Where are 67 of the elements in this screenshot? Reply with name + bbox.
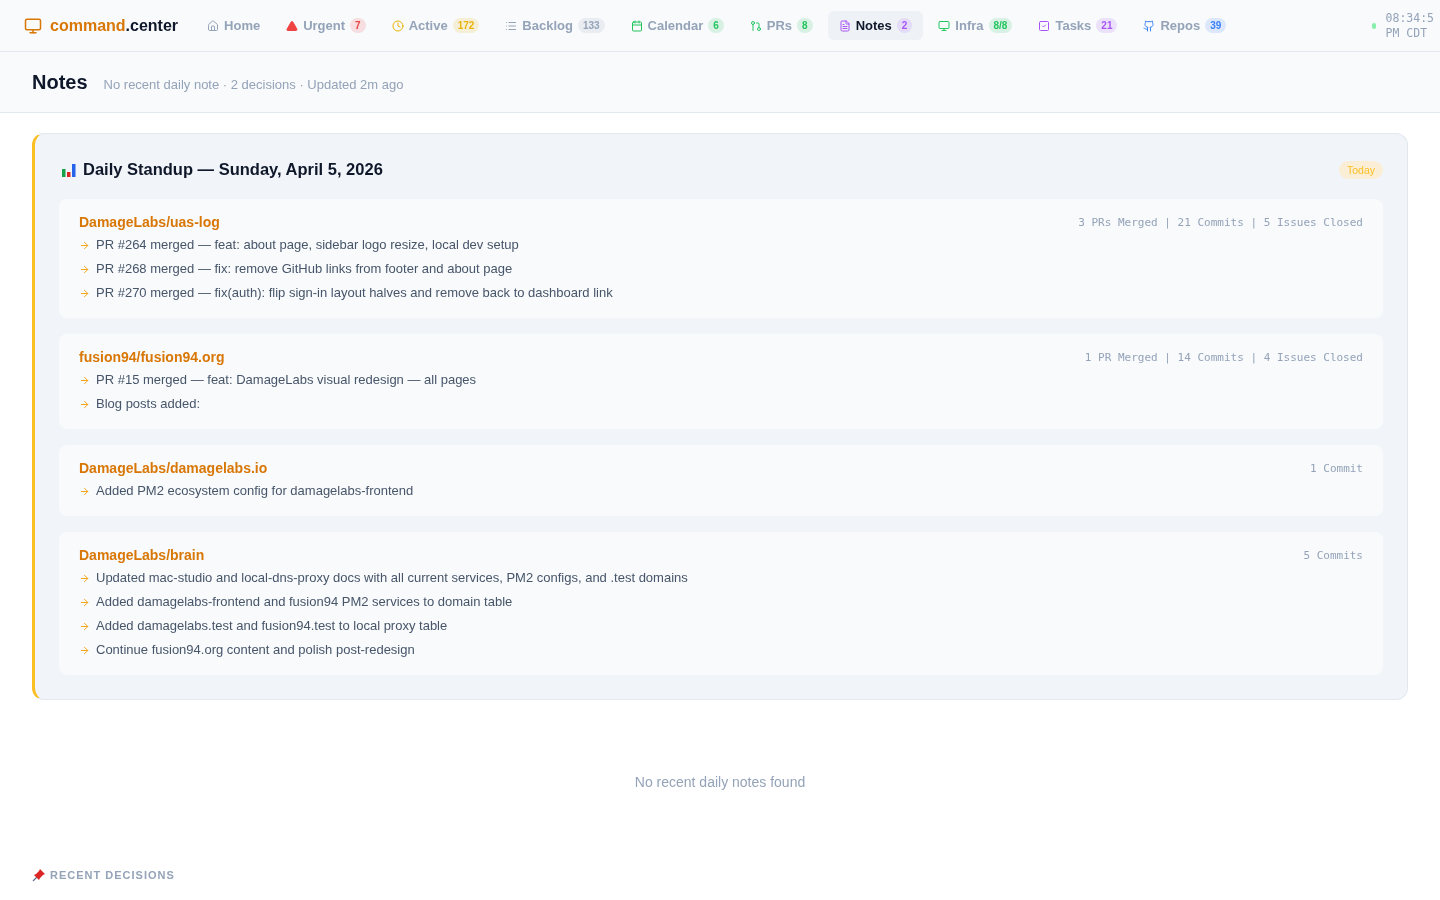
checkbox-icon bbox=[1038, 19, 1051, 32]
clock-icon bbox=[391, 19, 404, 32]
nav-tab[interactable]: Calendar 6 bbox=[619, 11, 735, 40]
count-badge: 172 bbox=[452, 18, 480, 33]
pull-request-icon bbox=[749, 19, 762, 32]
section-heading: RECENT DECISIONS bbox=[50, 869, 175, 881]
count-badge: 21 bbox=[1096, 18, 1118, 33]
standup-title: Daily Standup — Sunday, April 5, 2026 bbox=[83, 160, 383, 179]
arrow-icon bbox=[79, 374, 90, 386]
activity-item: Added damagelabs-frontend and fusion94 PM2 services to domain table bbox=[96, 593, 513, 611]
arrow-icon bbox=[79, 485, 90, 497]
home-icon bbox=[207, 19, 220, 32]
repo-name[interactable]: DamageLabs/uas-log bbox=[79, 214, 220, 230]
repo-stats: 1 PR Merged | 14 Commits | 4 Issues Closed bbox=[1084, 350, 1363, 364]
count-badge: 39 bbox=[1205, 18, 1227, 33]
page-title: Notes bbox=[32, 70, 88, 94]
arrow-icon bbox=[79, 620, 90, 632]
activity-item: PR #15 merged — feat: DamageLabs visual redesign — all pages bbox=[96, 371, 477, 389]
triangle-icon bbox=[286, 19, 299, 32]
activity-item: PR #268 merged — fix: remove GitHub links from footer and about page bbox=[96, 260, 513, 278]
activity-item: Continue fusion94.org content and polish post-redesign bbox=[96, 641, 415, 659]
activity-item: PR #264 merged — feat: about page, sidebar logo resize, local dev setup bbox=[96, 236, 519, 254]
repo-stats: 1 Commit bbox=[1310, 461, 1363, 475]
repo-stats: 5 Commits bbox=[1303, 548, 1363, 562]
arrow-icon bbox=[79, 644, 90, 656]
github-icon bbox=[1143, 19, 1156, 32]
arrow-icon bbox=[79, 287, 90, 299]
activity-item: Added damagelabs.test and fusion94.test to local proxy table bbox=[96, 617, 448, 635]
activity-item: Added PM2 ecosystem config for damagelabs-frontend bbox=[96, 482, 414, 500]
repo-name[interactable]: DamageLabs/damagelabs.io bbox=[79, 460, 268, 476]
calendar-icon bbox=[630, 19, 643, 32]
nav-tab[interactable]: Infra 8/8 bbox=[927, 11, 1024, 40]
arrow-icon bbox=[79, 239, 90, 251]
page-subtitle: No recent daily note · 2 decisions · Updated 2m ago bbox=[103, 76, 404, 92]
arrow-icon bbox=[79, 572, 90, 584]
nav-tab[interactable]: Urgent 7 bbox=[275, 11, 377, 40]
pushpin-icon bbox=[32, 868, 46, 882]
nav-tab[interactable]: Notes 2 bbox=[827, 11, 924, 40]
nav-tab[interactable]: Home bbox=[196, 11, 272, 40]
activity-item: Blog posts added: bbox=[96, 395, 201, 413]
count-badge: 7 bbox=[350, 18, 366, 33]
count-badge: 133 bbox=[577, 18, 605, 33]
repo-name[interactable]: fusion94/fusion94.org bbox=[79, 349, 225, 365]
repo-stats: 3 PRs Merged | 21 Commits | 5 Issues Closed bbox=[1078, 215, 1363, 229]
arrow-icon bbox=[79, 596, 90, 608]
document-icon bbox=[838, 19, 851, 32]
count-badge: 8 bbox=[797, 18, 813, 33]
nav-tab[interactable]: Backlog 133 bbox=[494, 11, 616, 40]
clock-text: 08:34:5 PM CDT bbox=[1385, 10, 1434, 41]
nav-tab[interactable]: Active 172 bbox=[380, 11, 491, 40]
empty-message: No recent daily notes found bbox=[633, 774, 807, 790]
repo-name[interactable]: DamageLabs/brain bbox=[79, 547, 205, 563]
activity-item: Updated mac-studio and local-dns-proxy docs with all current services, PM2 configs, and .test domains bbox=[96, 569, 688, 587]
nav-tab[interactable]: PRs 8 bbox=[738, 11, 824, 40]
count-badge: 8/8 bbox=[988, 18, 1013, 33]
activity-item: PR #270 merged — fix(auth): flip sign-in layout halves and remove back to dashboard link bbox=[96, 284, 613, 302]
list-icon bbox=[505, 19, 518, 32]
today-badge: Today bbox=[1338, 160, 1383, 179]
nav-tab[interactable]: Tasks 21 bbox=[1027, 11, 1129, 40]
arrow-icon bbox=[79, 398, 90, 410]
arrow-icon bbox=[79, 263, 90, 275]
count-badge: 2 bbox=[896, 18, 913, 33]
brand-name[interactable]: command.center bbox=[50, 16, 179, 35]
monitor-icon bbox=[938, 19, 951, 32]
nav-tab[interactable]: Repos 39 bbox=[1132, 11, 1238, 40]
count-badge: 6 bbox=[708, 18, 724, 33]
monitor-icon bbox=[24, 16, 42, 35]
